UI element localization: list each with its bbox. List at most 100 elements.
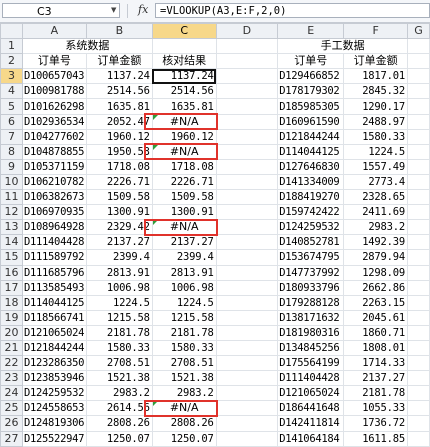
row-header[interactable]: 24 <box>0 385 23 402</box>
order-no-cell[interactable]: D106382673 <box>21 189 87 206</box>
manual-order-no-cell[interactable]: D134845256 <box>277 339 345 357</box>
order-no-cell[interactable]: D125522947 <box>21 430 87 447</box>
manual-order-amount-cell[interactable]: 2045.61 <box>343 309 409 326</box>
order-no-cell[interactable]: D106970935 <box>21 204 87 221</box>
column-header-d[interactable]: D <box>215 22 279 40</box>
formula-input[interactable]: =VLOOKUP(A3,E:F,2,0) <box>155 3 430 18</box>
check-result-cell[interactable]: 1521.38 <box>151 370 217 387</box>
row-header[interactable]: 7 <box>0 128 23 145</box>
manual-order-no-cell[interactable]: D142411814 <box>277 415 345 432</box>
name-box[interactable]: C3 <box>2 3 120 18</box>
manual-order-no-cell[interactable]: D141064184 <box>277 430 345 447</box>
row-header[interactable]: 10 <box>0 173 23 191</box>
order-no-cell[interactable]: D123286350 <box>21 355 87 372</box>
column-header-c[interactable]: C <box>151 22 217 40</box>
cell[interactable] <box>407 83 430 100</box>
cell[interactable] <box>407 249 430 266</box>
order-amount-cell[interactable]: 1250.07 <box>85 430 153 447</box>
check-result-cell[interactable]: 1635.81 <box>151 98 217 115</box>
manual-order-no-cell[interactable]: D114044125 <box>277 143 345 160</box>
cell[interactable] <box>215 294 279 311</box>
cell[interactable] <box>407 113 430 130</box>
check-result-cell[interactable]: 2808.26 <box>151 415 217 432</box>
manual-order-amount-cell[interactable]: 2662.86 <box>343 279 409 296</box>
check-result-cell[interactable]: 2181.78 <box>151 324 217 341</box>
cell[interactable] <box>215 324 279 341</box>
check-result-cell[interactable]: 2514.56 <box>151 83 217 100</box>
cell[interactable] <box>407 173 430 191</box>
order-amount-cell[interactable]: 2052.47 <box>85 113 153 130</box>
order-amount-cell[interactable]: 1006.98 <box>85 279 153 296</box>
cell[interactable] <box>151 38 217 55</box>
cell[interactable] <box>407 309 430 326</box>
order-no-cell[interactable]: D100657043 <box>21 68 87 85</box>
order-amount-cell[interactable]: 1224.5 <box>85 294 153 311</box>
column-header-e[interactable]: E <box>277 22 345 40</box>
check-result-cell[interactable]: 1137.24 <box>151 68 217 85</box>
check-result-cell[interactable]: 1509.58 <box>151 189 217 206</box>
manual-order-amount-cell[interactable]: 1298.09 <box>343 264 409 281</box>
order-no-cell[interactable]: D100981788 <box>21 83 87 100</box>
cell[interactable] <box>215 128 279 145</box>
order-amount-cell[interactable]: 1509.58 <box>85 189 153 206</box>
order-no-cell[interactable]: D118566741 <box>21 309 87 326</box>
manual-order-no-cell[interactable]: D111404428 <box>277 370 345 387</box>
row-header[interactable]: 6 <box>0 113 23 130</box>
cell[interactable] <box>215 234 279 251</box>
row-header[interactable]: 17 <box>0 279 23 296</box>
order-amount-cell[interactable]: 1300.91 <box>85 204 153 221</box>
row-header[interactable]: 16 <box>0 264 23 281</box>
manual-order-amount-cell[interactable]: 1817.01 <box>343 68 409 85</box>
cell[interactable] <box>407 324 430 341</box>
order-no-cell[interactable]: D111589792 <box>21 249 87 266</box>
manual-order-amount-cell[interactable]: 1580.33 <box>343 128 409 145</box>
check-result-error-cell[interactable]: #N/A <box>151 143 217 160</box>
cell[interactable] <box>215 249 279 266</box>
cell[interactable] <box>407 38 430 55</box>
manual-order-amount-cell[interactable]: 1492.39 <box>343 234 409 251</box>
order-no-cell[interactable]: D113585493 <box>21 279 87 296</box>
manual-order-amount-cell[interactable]: 2181.78 <box>343 385 409 402</box>
cell[interactable] <box>407 204 430 221</box>
manual-order-amount-cell[interactable]: 2488.97 <box>343 113 409 130</box>
check-result-cell[interactable]: 1215.58 <box>151 309 217 326</box>
manual-order-amount-cell[interactable]: 1055.33 <box>343 400 409 417</box>
manual-order-no-cell[interactable]: D129466852 <box>277 68 345 85</box>
manual-order-amount-cell[interactable]: 1736.72 <box>343 415 409 432</box>
order-amount-cell[interactable]: 1635.81 <box>85 98 153 115</box>
manual-order-no-cell[interactable]: D175564199 <box>277 355 345 372</box>
check-result-cell[interactable]: 1250.07 <box>151 430 217 447</box>
cell[interactable] <box>407 385 430 402</box>
cell[interactable] <box>215 355 279 372</box>
row-header[interactable]: 19 <box>0 309 23 326</box>
row-header[interactable]: 12 <box>0 204 23 221</box>
cell[interactable] <box>407 279 430 296</box>
order-amount-cell[interactable]: 1950.53 <box>85 143 153 160</box>
order-no-cell[interactable]: D104878855 <box>21 143 87 160</box>
order-no-cell[interactable]: D102936534 <box>21 113 87 130</box>
cell[interactable] <box>215 219 279 236</box>
check-result-error-cell[interactable]: #N/A <box>151 400 217 417</box>
cell[interactable] <box>215 279 279 296</box>
cell[interactable] <box>407 158 430 175</box>
manual-order-no-cell[interactable]: D147737992 <box>277 264 345 281</box>
check-result-cell[interactable]: 1718.08 <box>151 158 217 175</box>
cell[interactable] <box>407 370 430 387</box>
manual-order-no-cell[interactable]: D121065024 <box>277 385 345 402</box>
check-result-cell[interactable]: 1224.5 <box>151 294 217 311</box>
order-no-cell[interactable]: D106210782 <box>21 173 87 191</box>
order-no-cell[interactable]: D111404428 <box>21 234 87 251</box>
manual-order-no-cell[interactable]: D181980316 <box>277 324 345 341</box>
order-amount-cell[interactable]: 2614.56 <box>85 400 153 417</box>
cell[interactable] <box>407 264 430 281</box>
row-header[interactable]: 27 <box>0 430 23 447</box>
cell[interactable] <box>215 430 279 447</box>
header-manual-order-no[interactable]: 订单号 <box>277 53 345 70</box>
order-amount-cell[interactable]: 1215.58 <box>85 309 153 326</box>
cell[interactable] <box>215 173 279 191</box>
order-amount-cell[interactable]: 2137.27 <box>85 234 153 251</box>
cell[interactable] <box>215 339 279 357</box>
manual-order-no-cell[interactable]: D179288128 <box>277 294 345 311</box>
order-amount-cell[interactable]: 2808.26 <box>85 415 153 432</box>
cell[interactable] <box>215 83 279 100</box>
